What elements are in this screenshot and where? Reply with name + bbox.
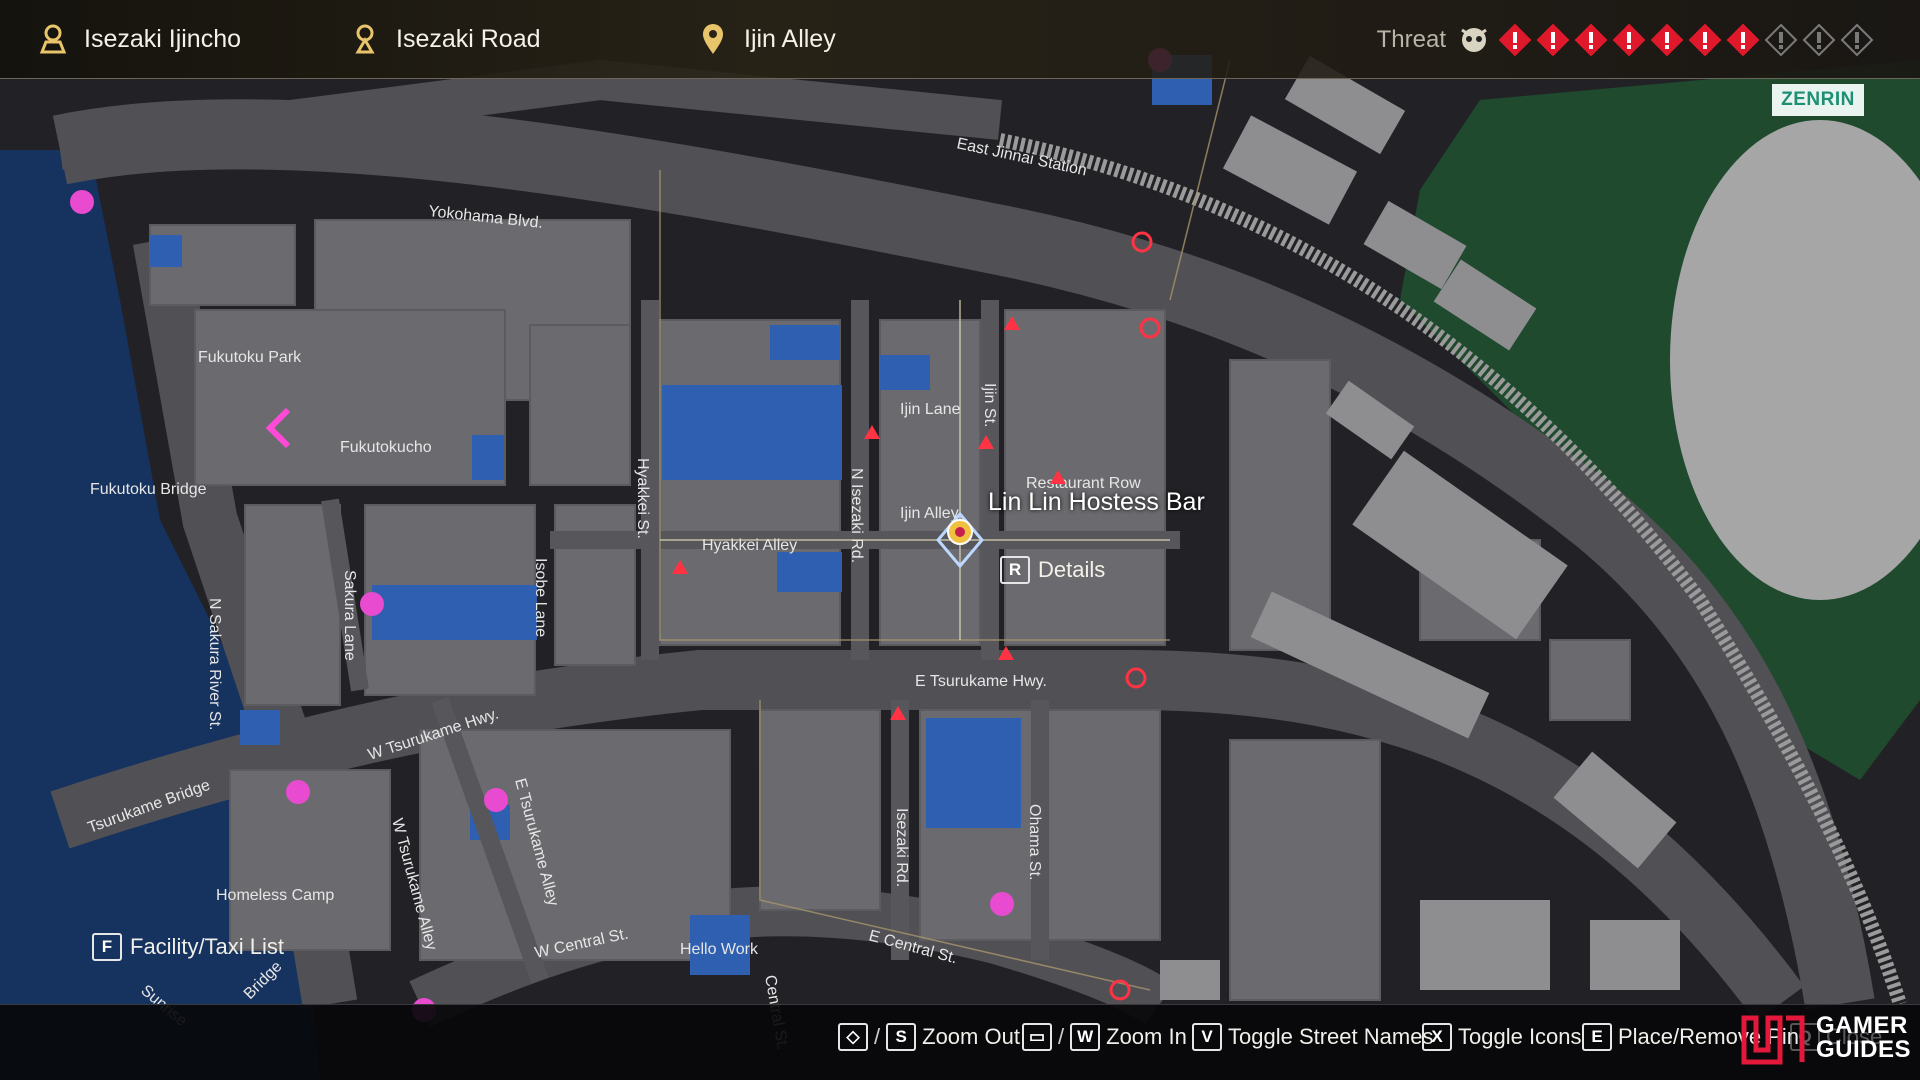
threat-level-active-icon (1498, 23, 1532, 57)
gamepad-icon (286, 780, 310, 804)
label-ijin-alley: Ijin Alley (900, 505, 959, 522)
threat-skull-icon (1461, 28, 1487, 52)
threat-level-active-icon (1574, 23, 1608, 57)
threat-level-inactive-icon (1802, 23, 1836, 57)
zoom-in-key: W (1070, 1023, 1101, 1051)
location-spot: Ijin Alley (696, 22, 836, 56)
threat-level-inactive-icon (1840, 23, 1874, 57)
label-ijin-st: Ijin St. (981, 383, 998, 427)
threat-label: Threat (1376, 26, 1446, 53)
gamepad-icon (990, 892, 1014, 916)
details-label: Details (1038, 557, 1106, 582)
label-ohama-st: Ohama St. (1026, 804, 1043, 880)
place-remove-pin-key: E (1582, 1023, 1612, 1051)
details-key: R (1000, 556, 1030, 584)
toggle-street-names-key: V (1192, 1023, 1222, 1051)
location-area: Isezaki Road (348, 22, 541, 56)
location-district-label: Isezaki Ijincho (84, 24, 242, 53)
district-pin-icon (39, 24, 67, 54)
threat-level-active-icon (1650, 23, 1684, 57)
label-isezaki-rd: Isezaki Rd. (893, 808, 910, 887)
threat-level-active-icon (1612, 23, 1646, 57)
label-hello-work: Hello Work (680, 941, 759, 958)
zoom-out-key: S (886, 1023, 917, 1051)
map-screen: East Jinnai Station Yokohama Blvd. Fukut… (0, 0, 1920, 1080)
details-button[interactable]: R Details (1000, 553, 1105, 587)
threat-level-active-icon (1536, 23, 1570, 57)
toggle-street-names-control[interactable]: V Toggle Street Names (1192, 1020, 1433, 1054)
toggle-icons-key: X (1422, 1023, 1452, 1051)
gamepad-icon (484, 788, 508, 812)
zoom-in-control[interactable]: ▭ / W Zoom In (1022, 1020, 1187, 1054)
toggle-street-names-label: Toggle Street Names (1228, 1024, 1434, 1049)
zoom-out-control[interactable]: ◇ / S Zoom Out (838, 1020, 1020, 1054)
threat-level-active-icon (1688, 23, 1722, 57)
city-map[interactable]: East Jinnai Station Yokohama Blvd. Fukut… (0, 0, 1920, 1080)
threat-meter: Threat (1377, 22, 1874, 58)
zenrin-logo: ZENRIN (1772, 84, 1864, 116)
label-n-sakura-river-st: N Sakura River St. (206, 598, 223, 730)
toggle-icons-control[interactable]: X Toggle Icons (1422, 1020, 1582, 1054)
zoom-out-key-alt: ◇ (838, 1023, 868, 1051)
zoom-out-label: Zoom Out (922, 1024, 1020, 1049)
facility-label: Facility/Taxi List (130, 934, 285, 959)
destination-title: Lin Lin Hostess Bar (988, 488, 1205, 516)
threat-levels (1498, 23, 1874, 57)
toggle-icons-label: Toggle Icons (1458, 1024, 1582, 1049)
label-hyakkei-st: Hyakkei St. (634, 458, 651, 539)
threat-level-inactive-icon (1764, 23, 1798, 57)
gamepad-icon (360, 592, 384, 616)
watermark-line1: GAMER (1816, 1012, 1908, 1039)
watermark-line2: GUIDES (1816, 1036, 1912, 1063)
label-fukutoku-park: Fukutoku Park (198, 349, 302, 366)
gamer-guides-logo (1741, 1015, 1805, 1065)
location-district: Isezaki Ijincho (36, 22, 241, 56)
facility-key: F (92, 933, 122, 961)
zoom-in-label: Zoom In (1106, 1024, 1187, 1049)
facility-taxi-list-button[interactable]: F Facility/Taxi List (92, 930, 284, 964)
label-fukutokucho: Fukutokucho (340, 439, 432, 456)
area-pin-icon (355, 24, 375, 54)
label-n-isezaki-rd: N Isezaki Rd. (848, 468, 865, 563)
label-homeless-camp: Homeless Camp (216, 887, 334, 904)
label-fukutoku-bridge: Fukutoku Bridge (90, 481, 207, 498)
location-area-label: Isezaki Road (396, 24, 541, 53)
gamer-guides-watermark: GAMER GUIDES (1740, 1010, 1911, 1066)
label-ijin-lane: Ijin Lane (900, 401, 961, 418)
label-sakura-lane: Sakura Lane (341, 570, 358, 661)
label-isobe-lane: Isobe Lane (532, 558, 549, 637)
label-e-tsurukame-hwy: E Tsurukame Hwy. (915, 673, 1047, 690)
location-pin-icon (703, 24, 723, 54)
zoom-in-key-alt: ▭ (1022, 1023, 1052, 1051)
location-spot-label: Ijin Alley (744, 24, 836, 53)
gamepad-icon (70, 190, 94, 214)
threat-level-active-icon (1726, 23, 1760, 57)
